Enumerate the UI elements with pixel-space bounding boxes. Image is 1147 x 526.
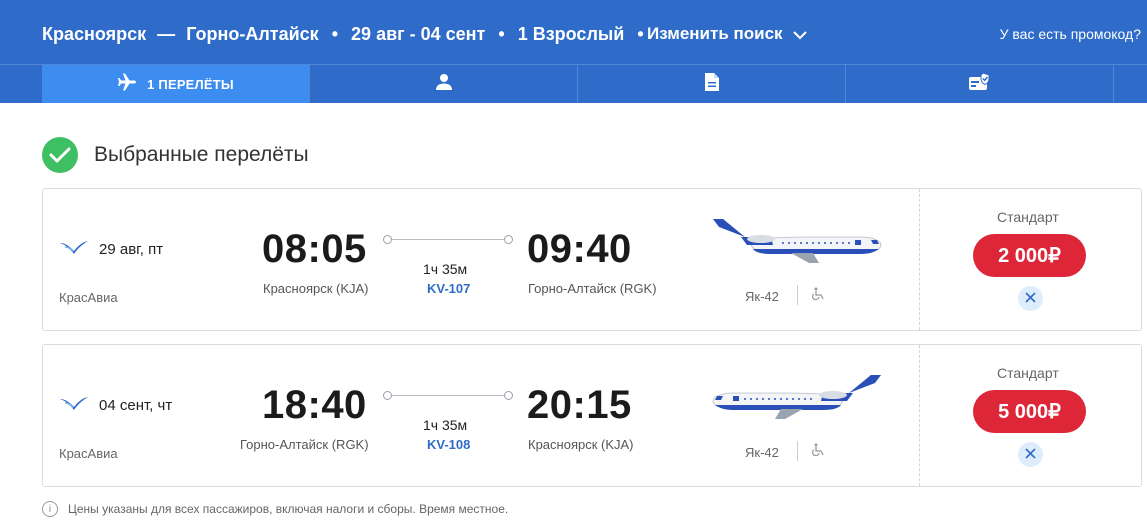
plane-icon: [117, 72, 137, 97]
arrival-time: 20:15: [527, 383, 632, 427]
flight-card-return: 04 сент, чт КрасАвиа 18:40 Горно-Алтайск…: [42, 344, 1142, 487]
remove-flight-button[interactable]: [1018, 442, 1043, 467]
flight-duration: 1ч 35м: [423, 261, 468, 277]
flight-timeline: [383, 235, 513, 245]
divider: [797, 285, 798, 305]
change-search-button[interactable]: Изменить поиск: [647, 24, 808, 45]
aircraft-type: Як-42: [745, 289, 779, 304]
close-icon: [1025, 290, 1036, 308]
tab-documents[interactable]: [578, 65, 846, 103]
aircraft-image: [711, 217, 883, 270]
departure-time: 08:05: [262, 227, 367, 271]
wheelchair-icon: [811, 287, 825, 306]
flight-duration: 1ч 35м: [423, 417, 468, 433]
arrival-city: Красноярск (KJA): [528, 437, 634, 452]
card-divider: [919, 189, 920, 330]
airline-logo: [59, 239, 89, 260]
page-title: Выбранные перелёты: [94, 143, 309, 166]
airline-logo: [59, 395, 89, 416]
fare-class: Стандарт: [997, 365, 1059, 381]
departure-time: 18:40: [262, 383, 367, 427]
promo-code-link[interactable]: У вас есть промокод?: [1000, 26, 1141, 42]
chevron-down-icon: [793, 25, 808, 45]
footnote-text: Цены указаны для всех пассажиров, включа…: [68, 502, 509, 516]
close-icon: [1025, 446, 1036, 464]
flight-number[interactable]: KV-108: [427, 437, 470, 452]
tab-flights-label: 1 ПЕРЕЛЁТЫ: [147, 76, 234, 92]
arrival-time: 09:40: [527, 227, 632, 271]
route-dash: —: [157, 24, 176, 44]
origin-city: Красноярск: [42, 24, 147, 44]
search-summary-bar: Красноярск — Горно-Алтайск • 29 авг - 04…: [0, 0, 1147, 64]
price-button[interactable]: 2 000₽: [973, 234, 1086, 277]
destination-city: Горно-Алтайск: [186, 24, 319, 44]
flight-number[interactable]: KV-107: [427, 281, 470, 296]
passenger-icon: [435, 73, 453, 96]
departure-city: Горно-Алтайск (RGK): [240, 437, 369, 452]
price-footnote: i Цены указаны для всех пассажиров, вклю…: [42, 501, 508, 517]
document-icon: [704, 72, 720, 97]
change-search-label: Изменить поиск: [647, 24, 783, 43]
remove-flight-button[interactable]: [1018, 286, 1043, 311]
travel-dates: 29 авг - 04 сент: [351, 24, 486, 44]
checkmark-icon: [42, 137, 78, 173]
aircraft-image: [711, 373, 883, 426]
flight-date: 04 сент, чт: [99, 397, 173, 414]
aircraft-type: Як-42: [745, 445, 779, 460]
airline-name: КрасАвиа: [59, 446, 118, 461]
checkout-icon: [968, 71, 992, 97]
divider: [797, 441, 798, 461]
booking-steps: 1 ПЕРЕЛЁТЫ: [0, 64, 1147, 103]
fare-class: Стандарт: [997, 209, 1059, 225]
card-divider: [919, 345, 920, 486]
flight-date: 29 авг, пт: [99, 241, 164, 258]
wheelchair-icon: [811, 443, 825, 462]
info-icon: i: [42, 501, 58, 517]
separator-dot: •: [637, 24, 644, 44]
price-button[interactable]: 5 000₽: [973, 390, 1086, 433]
arrival-city: Горно-Алтайск (RGK): [528, 281, 657, 296]
tab-flights[interactable]: 1 ПЕРЕЛЁТЫ: [42, 65, 310, 103]
flight-timeline: [383, 391, 513, 401]
departure-city: Красноярск (KJA): [263, 281, 369, 296]
selected-flights-heading: Выбранные перелёты: [42, 137, 309, 173]
airline-name: КрасАвиа: [59, 290, 118, 305]
separator-dot: •: [331, 24, 339, 44]
tab-checkout[interactable]: [846, 65, 1114, 103]
flight-card-outbound: 29 авг, пт КрасАвиа 08:05 Красноярск (KJ…: [42, 188, 1142, 331]
separator-dot: •: [498, 24, 505, 44]
route-summary: Красноярск — Горно-Алтайск • 29 авг - 04…: [42, 24, 652, 45]
tab-passengers[interactable]: [310, 65, 578, 103]
passenger-count: 1 Взрослый: [517, 24, 625, 44]
